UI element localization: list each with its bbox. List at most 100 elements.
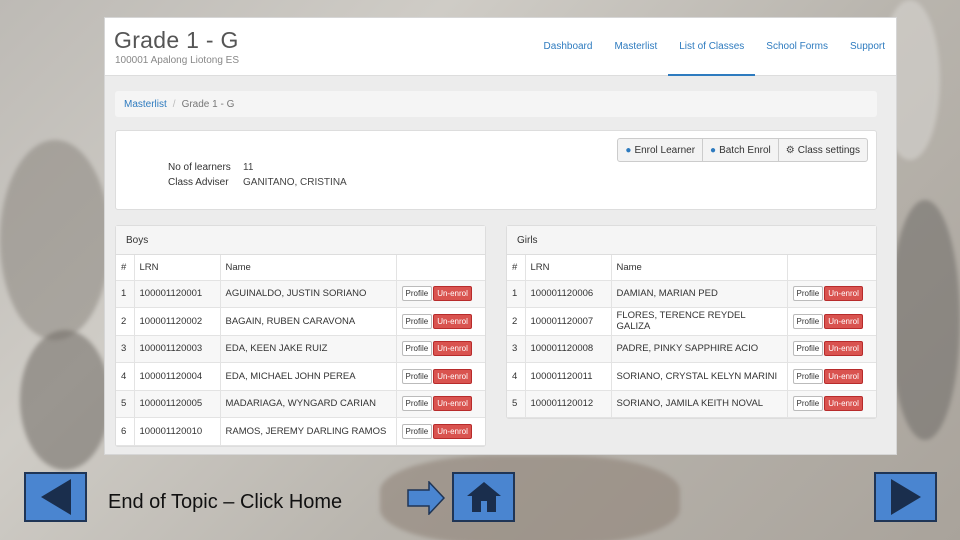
row-actions: Profile Un-enrol bbox=[396, 280, 485, 308]
nav-list-of-classes[interactable]: List of Classes bbox=[668, 18, 756, 76]
adviser-value: GANITANO, CRISTINA bbox=[243, 177, 347, 188]
background-figure bbox=[0, 140, 110, 340]
home-button[interactable] bbox=[452, 472, 515, 522]
learners-count-row: No of learners 11 bbox=[168, 162, 253, 173]
row-name: EDA, KEEN JAKE RUIZ bbox=[220, 335, 397, 363]
row-name: PADRE, PINKY SAPPHIRE ACIO bbox=[611, 335, 788, 363]
table-row: 2 100001120007 FLORES, TERENCE REYDEL GALI… bbox=[507, 307, 876, 336]
breadcrumb-masterlist[interactable]: Masterlist bbox=[124, 99, 167, 110]
row-actions: Profile Un-enrol bbox=[396, 307, 485, 336]
row-lrn: 100001120012 bbox=[525, 390, 612, 418]
class-settings-button[interactable]: ⚙ Class settings bbox=[779, 139, 867, 161]
girls-table: # LRN Name 1 100001120006 DAMIAN, MARIAN P… bbox=[507, 255, 876, 418]
boys-panel: Boys # LRN Name 1 100001120001 AGUINALDO, … bbox=[115, 225, 486, 447]
row-number: 3 bbox=[507, 335, 526, 363]
row-lrn: 100001120002 bbox=[134, 307, 221, 336]
table-row: 1 100001120006 DAMIAN, MARIAN PED Profile Un… bbox=[507, 280, 876, 308]
col-lrn: LRN bbox=[525, 255, 612, 281]
unenrol-button[interactable]: Un-enrol bbox=[824, 341, 863, 357]
profile-button[interactable]: Profile bbox=[792, 313, 824, 329]
row-name: FLORES, TERENCE REYDEL GALIZA bbox=[611, 307, 788, 336]
row-lrn: 100001120011 bbox=[525, 362, 612, 391]
row-name: BAGAIN, RUBEN CARAVONA bbox=[220, 307, 397, 336]
learners-value: 11 bbox=[243, 162, 254, 173]
row-number: 1 bbox=[507, 280, 526, 308]
profile-button[interactable]: Profile bbox=[792, 341, 824, 357]
unenrol-button[interactable]: Un-enrol bbox=[824, 368, 863, 384]
enrol-learner-label: Enrol Learner bbox=[634, 144, 696, 156]
adviser-row: Class Adviser GANITANO, CRISTINA bbox=[168, 177, 347, 188]
row-actions: Profile Un-enrol bbox=[787, 362, 876, 391]
adviser-label: Class Adviser bbox=[168, 177, 229, 188]
nav-school-forms[interactable]: School Forms bbox=[755, 18, 839, 76]
unenrol-button[interactable]: Un-enrol bbox=[824, 396, 863, 412]
table-row: 5 100001120005 MADARIAGA, WYNGARD CARIAN Pr… bbox=[116, 390, 485, 418]
girls-panel-title: Girls bbox=[507, 226, 876, 255]
batch-enrol-label: Batch Enrol bbox=[719, 144, 771, 156]
row-number: 2 bbox=[116, 307, 135, 336]
background-figure bbox=[890, 200, 960, 440]
unenrol-button[interactable]: Un-enrol bbox=[433, 341, 472, 357]
table-row: 5 100001120012 SORIANO, JAMILA KEITH NOVAL… bbox=[507, 390, 876, 418]
table-row: 4 100001120004 EDA, MICHAEL JOHN PEREA Prof… bbox=[116, 362, 485, 391]
unenrol-button[interactable]: Un-enrol bbox=[433, 286, 472, 302]
right-arrow-icon bbox=[407, 481, 445, 515]
row-name: SORIANO, CRYSTAL KELYN MARINI bbox=[611, 362, 788, 391]
class-actions: ● Enrol Learner ● Batch Enrol ⚙ Class se… bbox=[617, 138, 868, 162]
table-row: 3 100001120008 PADRE, PINKY SAPPHIRE ACIO P… bbox=[507, 335, 876, 363]
unenrol-button[interactable]: Un-enrol bbox=[433, 313, 472, 329]
row-actions: Profile Un-enrol bbox=[787, 335, 876, 363]
row-number: 3 bbox=[116, 335, 135, 363]
row-lrn: 100001120005 bbox=[134, 390, 221, 418]
unenrol-button[interactable]: Un-enrol bbox=[433, 368, 472, 384]
row-actions: Profile Un-enrol bbox=[396, 417, 485, 446]
row-number: 4 bbox=[116, 362, 135, 391]
left-triangle-icon bbox=[40, 479, 71, 515]
enrol-learner-button[interactable]: ● Enrol Learner bbox=[618, 139, 704, 161]
profile-button[interactable]: Profile bbox=[401, 368, 433, 384]
right-triangle-icon bbox=[890, 479, 921, 515]
row-name: MADARIAGA, WYNGARD CARIAN bbox=[220, 390, 397, 418]
row-number: 5 bbox=[507, 390, 526, 418]
nav-masterlist[interactable]: Masterlist bbox=[603, 18, 668, 76]
row-name: AGUINALDO, JUSTIN SORIANO bbox=[220, 280, 397, 308]
batch-enrol-button[interactable]: ● Batch Enrol bbox=[703, 139, 779, 161]
col-lrn: LRN bbox=[134, 255, 221, 281]
row-name: SORIANO, JAMILA KEITH NOVAL bbox=[611, 390, 788, 418]
unenrol-button[interactable]: Un-enrol bbox=[433, 396, 472, 412]
table-row: 3 100001120003 EDA, KEEN JAKE RUIZ Profile U… bbox=[116, 335, 485, 363]
row-lrn: 100001120008 bbox=[525, 335, 612, 363]
class-settings-label: Class settings bbox=[797, 144, 860, 156]
row-lrn: 100001120003 bbox=[134, 335, 221, 363]
row-actions: Profile Un-enrol bbox=[396, 335, 485, 363]
profile-button[interactable]: Profile bbox=[401, 341, 433, 357]
unenrol-button[interactable]: Un-enrol bbox=[824, 286, 863, 302]
profile-button[interactable]: Profile bbox=[792, 368, 824, 384]
profile-button[interactable]: Profile bbox=[401, 313, 433, 329]
row-name: EDA, MICHAEL JOHN PEREA bbox=[220, 362, 397, 391]
nav-dashboard[interactable]: Dashboard bbox=[533, 18, 604, 76]
table-row: 2 100001120002 BAGAIN, RUBEN CARAVONA Profi… bbox=[116, 307, 485, 336]
boys-panel-title: Boys bbox=[116, 226, 485, 255]
breadcrumb-current: Grade 1 - G bbox=[181, 98, 235, 110]
col-name: Name bbox=[611, 255, 788, 281]
row-number: 4 bbox=[507, 362, 526, 391]
nav-support[interactable]: Support bbox=[839, 18, 896, 76]
background-figure bbox=[20, 330, 110, 470]
profile-button[interactable]: Profile bbox=[792, 286, 824, 302]
row-number: 6 bbox=[116, 417, 135, 446]
unenrol-button[interactable]: Un-enrol bbox=[824, 313, 863, 329]
row-lrn: 100001120010 bbox=[134, 417, 221, 446]
profile-button[interactable]: Profile bbox=[401, 423, 433, 439]
row-name: RAMOS, JEREMY DARLING RAMOS bbox=[220, 417, 397, 446]
unenrol-button[interactable]: Un-enrol bbox=[433, 423, 472, 439]
end-of-topic-text: End of Topic – Click Home bbox=[108, 491, 343, 513]
next-slide-button[interactable] bbox=[874, 472, 937, 522]
profile-button[interactable]: Profile bbox=[401, 396, 433, 412]
row-number: 2 bbox=[507, 307, 526, 336]
col-num: # bbox=[507, 255, 526, 281]
profile-button[interactable]: Profile bbox=[401, 286, 433, 302]
row-actions: Profile Un-enrol bbox=[787, 280, 876, 308]
previous-slide-button[interactable] bbox=[24, 472, 87, 522]
profile-button[interactable]: Profile bbox=[792, 396, 824, 412]
